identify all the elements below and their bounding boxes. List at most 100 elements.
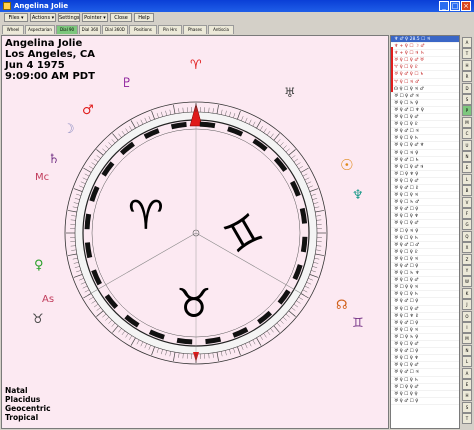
side-tab[interactable]: L <box>462 356 472 368</box>
tab-aspectarian[interactable]: Aspectarian <box>25 25 55 34</box>
aspect-row[interactable]: ♅ ☐ ♀ ♆ ♀ <box>391 171 459 178</box>
aspect-row[interactable]: ♅ ♀ ♂ ☐ ♆ ♀ <box>391 107 459 115</box>
side-tab[interactable]: Q <box>462 230 472 242</box>
aspect-row[interactable]: ♅ ♀ ☐ ♀ ♃ <box>391 192 459 200</box>
aspect-row[interactable]: ♅ ♀ ☐ ♀ ♂ <box>391 277 459 285</box>
aspect-row[interactable]: ♅ ♀ ♂ ☐ ♀ <box>391 298 459 306</box>
aspect-row[interactable]: ♅ ♀ ♂ ☐ ♀ <box>391 320 459 327</box>
midheaven-marker[interactable]: Mc <box>35 172 49 183</box>
aspect-row[interactable]: ♅ ♀ ♂ ☐ ♃ <box>391 128 459 136</box>
aspect-row[interactable]: ♅ ♀ ☐ ♀ ♆ <box>391 213 459 221</box>
side-tab[interactable]: N <box>462 344 472 356</box>
pointer-menu-button[interactable]: Pointer ▾ <box>82 13 108 22</box>
aspect-row[interactable]: ♅ ♀ ☐ ♆ ♇ <box>391 313 459 320</box>
side-tab[interactable]: A <box>462 37 472 48</box>
aspect-row[interactable]: ♅ ♀ ♂ ♀ ☐ ♄ <box>391 71 459 79</box>
side-tab[interactable]: U <box>462 139 472 151</box>
actions-menu-button[interactable]: Actions ▾ <box>30 13 56 22</box>
aspect-row[interactable]: ♈ ♀ ☐ ♃ ♂ <box>391 79 459 86</box>
aspect-row[interactable]: ♆ + ♀ ☐ ♃ ♄ <box>391 50 459 58</box>
side-tab[interactable]: M <box>462 116 472 128</box>
aspect-row[interactable]: ♅ ♀ ♂ ☐ ♀ <box>391 206 459 214</box>
aspect-row[interactable]: ♅ ♀ ☐ ♃ ♀ <box>391 150 459 157</box>
aspect-row[interactable]: ♅ ♀ ☐ ♀ ♄ <box>391 377 459 384</box>
side-tab[interactable]: L <box>462 173 472 185</box>
aspect-row[interactable]: ♅ ☐ ♀ ♂ ♃ <box>391 93 459 100</box>
planet-aries-point[interactable]: ♈ <box>190 58 202 73</box>
minimize-button[interactable]: _ <box>439 1 449 11</box>
side-tab[interactable]: R <box>462 71 472 83</box>
tab-dial-360[interactable]: Dial 360 <box>79 25 101 34</box>
aspect-row[interactable]: ♅ ♀ ☐ ♀ ♆ <box>391 355 459 363</box>
aspect-row[interactable]: ♅ ♀ ♂ ☐ ♀ <box>391 263 459 271</box>
aspect-row[interactable]: ♅ ♀ ☐ ♄ ♀ <box>391 100 459 107</box>
close-window-button[interactable]: × <box>461 1 471 11</box>
taurus-marker[interactable]: ♉ <box>32 312 44 327</box>
aspect-row[interactable]: ♅ ♀ ☐ ♀ ♂ <box>391 306 459 313</box>
tab-wheel[interactable]: Wheel <box>2 25 24 34</box>
aspect-row[interactable]: ♅ ♀ ☐ ♀ ♂ <box>391 178 459 185</box>
aspect-row[interactable]: ♅ ♀ ☐ ♀ ♄ <box>391 235 459 242</box>
side-tab[interactable]: X <box>462 242 472 254</box>
aspect-row[interactable]: ♅ ♀ ☐ ♀ ♂ ♅ <box>391 57 459 65</box>
side-tab[interactable]: E <box>462 162 472 174</box>
aspect-row[interactable]: ♅ ☐ ♀ ♀ ♂ <box>391 384 459 391</box>
aspect-row[interactable]: ☊ ♀ ☐ ♀ ♃ ♂ <box>391 86 459 93</box>
side-tab[interactable]: K <box>462 287 472 299</box>
side-tab[interactable]: J <box>462 299 472 311</box>
tab-phases[interactable]: Phases <box>183 25 207 34</box>
aspect-row[interactable]: ♅ ☐ ♀ ♀ ♃ <box>391 284 459 292</box>
side-tab[interactable]: P <box>462 105 472 117</box>
side-tab[interactable]: O <box>462 310 472 322</box>
aspect-row[interactable]: ♅ ♀ ♂ ☐ ♀ <box>391 348 459 356</box>
aspect-row[interactable]: ♅ ♀ ♂ ☐ ♀ <box>391 398 459 405</box>
side-tab[interactable]: Y <box>462 265 472 276</box>
aspect-row[interactable]: ♅ ♀ ☐ ♄ ♂ <box>391 199 459 207</box>
aspect-row[interactable]: ♆ + ♀ ☐ ☽ ♂ <box>391 43 459 51</box>
side-tab[interactable]: D <box>462 82 472 94</box>
side-tab[interactable]: F <box>462 208 472 219</box>
aspect-row[interactable]: ♅ ♀ ☐ ♀ ♂ ♆ <box>391 142 459 150</box>
planet-saturn[interactable]: ♄ <box>48 152 60 167</box>
help-button[interactable]: Help <box>134 13 154 22</box>
aspect-row[interactable]: ♅ ♀ ☐ ♀ ♃ <box>391 327 459 334</box>
side-tab[interactable]: E <box>462 379 472 390</box>
side-tab[interactable]: W <box>462 276 472 288</box>
side-tab[interactable]: T <box>462 48 472 60</box>
aspect-row[interactable]: ♆ ♂ ♀ 28.5 ☐ ♃ <box>391 36 459 44</box>
side-tab[interactable]: S <box>462 94 472 105</box>
planet-venus[interactable]: ♀ <box>34 258 44 273</box>
aspect-row[interactable]: ♅ ♀ ☐ ♀ ♂ <box>391 114 459 122</box>
tab-dial-90[interactable]: Dial 90 <box>56 25 78 34</box>
side-tab[interactable]: B <box>462 185 472 197</box>
dial-90-wheel[interactable] <box>2 36 388 428</box>
aspect-row[interactable]: ♅ ☐ ♀ ♄ ♀ <box>391 334 459 342</box>
planet-mars[interactable]: ♂ <box>82 103 94 118</box>
side-tab[interactable]: N <box>462 151 472 162</box>
side-tab[interactable]: A <box>462 367 472 379</box>
aspect-row[interactable]: ♅ ♀ ☐ ♀ ♃ <box>391 256 459 263</box>
aspect-row[interactable]: ♅ ♀ ♂ ☐ ♂ <box>391 242 459 249</box>
aspect-row[interactable]: ♅ ♀ ☐ ♀ ♂ <box>391 341 459 349</box>
aspect-row[interactable]: ♈ ♀ ☐ ♀ ♇ <box>391 64 459 72</box>
side-tab[interactable]: V <box>462 196 472 208</box>
side-tab[interactable]: Z <box>462 253 472 265</box>
settings-button[interactable]: Settings <box>58 13 80 22</box>
tab-positions[interactable]: Positions <box>129 25 157 34</box>
side-tab[interactable]: M <box>462 333 472 345</box>
side-tab[interactable]: G <box>462 219 472 231</box>
planet-sun[interactable]: ☉ <box>340 156 353 174</box>
aspect-row[interactable]: ♅ ♀ ☐ ♀ ♂ <box>391 220 459 228</box>
aspect-list-panel[interactable]: ♆ ♂ ♀ 28.5 ☐ ♃ ♆ + ♀ ☐ ☽ ♂ ♆ + ♀ ☐ ♃ ♄ ♅ ♀ … <box>390 35 460 429</box>
chart-pane[interactable]: Angelina Jolie Los Angeles, CA Jun 4 197… <box>1 35 389 429</box>
aspect-row[interactable]: ♅ ♀ ☐ ♄ ♆ <box>391 270 459 278</box>
close-chart-button[interactable]: Close <box>110 13 132 22</box>
side-tab[interactable]: H <box>462 390 472 402</box>
aspect-row[interactable]: ♅ ♀ ☐ ♀ ♄ <box>391 291 459 299</box>
aspect-row[interactable]: ♅ ♀ ☐ ♀ ♇ <box>391 249 459 256</box>
aspect-row[interactable]: ♅ ♀ ♂ ☐ ♃ <box>391 369 459 377</box>
maximize-button[interactable]: □ <box>450 1 460 11</box>
planet-node[interactable]: ☊ <box>336 298 348 313</box>
aspect-row[interactable]: ♅ ♀ ☐ ♀ ♀ <box>391 391 459 398</box>
planet-pluto[interactable]: ♇ <box>121 76 133 91</box>
